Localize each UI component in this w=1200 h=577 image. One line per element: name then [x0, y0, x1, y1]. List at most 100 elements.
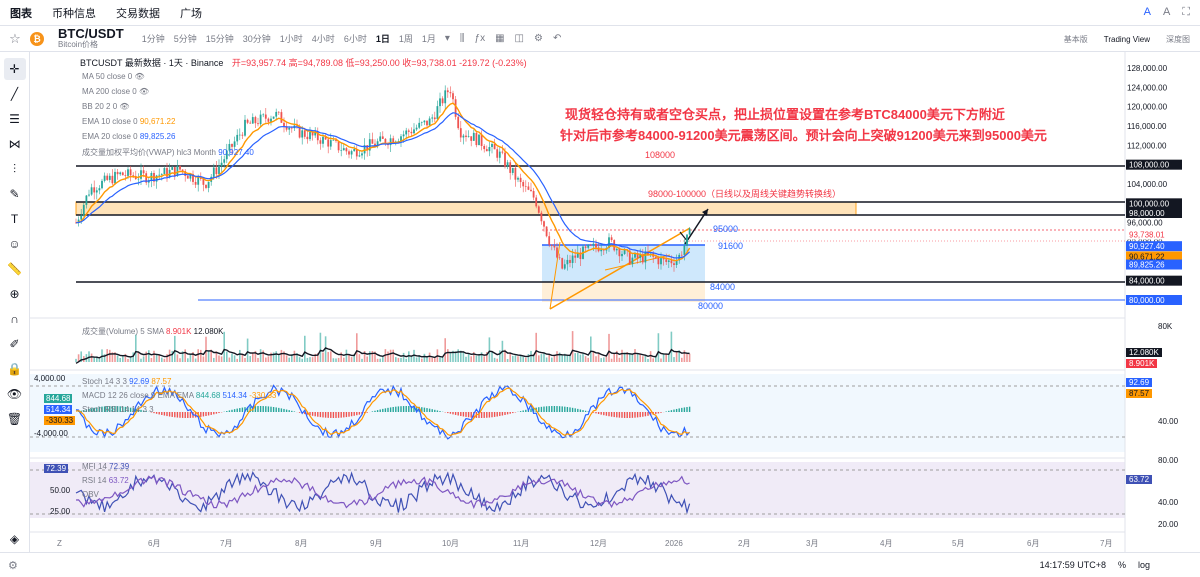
candle-body: [264, 114, 267, 119]
layout-icon[interactable]: ▦: [495, 33, 504, 44]
interval-1m[interactable]: 1分钟: [142, 32, 165, 45]
symbol-block[interactable]: BTC/USDT Bitcoin价格: [58, 27, 124, 49]
volume-bar: [566, 355, 569, 362]
interval-6h[interactable]: 6小时: [344, 32, 367, 45]
candle-body: [301, 130, 304, 138]
candle-body: [283, 122, 285, 127]
volume-bar: [551, 357, 553, 362]
settings-icon[interactable]: ⚙: [534, 33, 543, 44]
tab-chart[interactable]: 图表: [10, 5, 32, 21]
brush-icon[interactable]: ✎: [4, 183, 26, 205]
mfi-left-axis-1: 50.00: [50, 486, 71, 495]
interval-30m[interactable]: 30分钟: [243, 32, 271, 45]
magnet-icon[interactable]: ∩: [4, 308, 26, 330]
candle-body: [584, 246, 587, 248]
trash-icon[interactable]: 🗑: [4, 408, 26, 430]
font-size-icon[interactable]: A: [1144, 6, 1151, 19]
volume-bar: [540, 354, 543, 362]
interval-1mo[interactable]: 1月: [422, 32, 436, 45]
macd-bar: [376, 410, 379, 412]
settings-icon[interactable]: ⚙: [8, 559, 18, 572]
layers-icon[interactable]: ◈: [4, 528, 26, 550]
chart-canvas[interactable]: 现货轻仓持有或者空仓买点，把止损位置设置在参考BTC84000美元下方附近 针对…: [30, 52, 1200, 552]
macd-bar: [233, 409, 236, 412]
volume-bar: [631, 354, 634, 362]
camera-icon[interactable]: ◫: [515, 33, 524, 44]
interval-5m[interactable]: 5分钟: [174, 32, 197, 45]
interval-1h[interactable]: 1小时: [280, 32, 303, 45]
tab-coin-info[interactable]: 币种信息: [52, 5, 96, 21]
interval-15m[interactable]: 15分钟: [206, 32, 234, 45]
symbol-subtitle: Bitcoin价格: [58, 40, 99, 50]
candles-icon[interactable]: ⫼: [460, 33, 465, 44]
macd-bar: [155, 412, 158, 414]
macd-bar: [483, 412, 485, 418]
candle-body: [459, 128, 462, 138]
candle-body: [452, 93, 454, 100]
candle-body: [418, 122, 421, 128]
clock-time[interactable]: 14:17:59 UTC+8: [1040, 560, 1106, 570]
macd-bar: [392, 406, 394, 412]
view-basic[interactable]: 基本版: [1064, 34, 1088, 45]
macd-bar: [675, 408, 678, 412]
trend-line-icon[interactable]: ╱: [4, 83, 26, 105]
volume-bar: [389, 349, 392, 362]
volume-bar: [652, 358, 654, 362]
candle-body: [483, 145, 486, 150]
zoom-icon[interactable]: ⊕: [4, 283, 26, 305]
candle-body: [218, 165, 220, 175]
view-depth[interactable]: 深度图: [1166, 34, 1190, 45]
text-icon[interactable]: T: [4, 208, 26, 230]
macd-bar: [639, 412, 641, 418]
interval-4h[interactable]: 4小时: [312, 32, 335, 45]
volume-bar: [600, 358, 602, 362]
macd-bar: [595, 412, 597, 414]
favorite-star-icon[interactable]: ☆: [0, 31, 30, 47]
volume-bar: [371, 350, 374, 362]
label-91600: 91600: [718, 241, 743, 251]
emoji-icon[interactable]: ☺: [4, 233, 26, 255]
candle-body: [332, 139, 335, 141]
interval-1d[interactable]: 1日: [376, 32, 390, 45]
macd-tag-3: -330.33: [44, 416, 76, 425]
view-tradingview[interactable]: Trading View: [1104, 35, 1150, 44]
lock-icon[interactable]: 🔒: [4, 358, 26, 380]
volume-bar: [189, 353, 192, 362]
macd-bar: [181, 412, 184, 418]
percent-toggle[interactable]: %: [1118, 560, 1126, 570]
chart-area[interactable]: 现货轻仓持有或者空仓买点，把止损位置设置在参考BTC84000美元下方附近 针对…: [30, 52, 1200, 552]
fib-icon[interactable]: ⫶: [4, 158, 26, 180]
macd-bar: [408, 406, 410, 412]
fullscreen-icon[interactable]: ⛶: [1182, 6, 1190, 19]
log-toggle[interactable]: log: [1138, 560, 1150, 570]
chevron-down-icon[interactable]: ▾: [445, 33, 450, 44]
ruler-icon[interactable]: 📏: [4, 258, 26, 280]
indicators-icon[interactable]: ƒx: [475, 33, 486, 44]
undo-icon[interactable]: ↶: [553, 33, 561, 44]
candle-body: [98, 188, 101, 191]
candle-body: [93, 187, 96, 193]
volume-bar: [496, 358, 498, 362]
stoch-right-tag-2: 87.57: [1126, 389, 1153, 398]
tab-square[interactable]: 广场: [180, 5, 202, 21]
macd-bar: [163, 412, 166, 416]
legend-mfi: MFI 14 72.39: [82, 462, 130, 471]
macd-bar: [655, 412, 657, 415]
candle-body: [158, 174, 161, 176]
candle-body: [371, 139, 374, 144]
candle-body: [527, 186, 530, 190]
crosshair-icon[interactable]: ✛: [3, 58, 26, 80]
macd-bar: [387, 407, 389, 412]
macd-bar: [343, 412, 345, 418]
volume-bar: [639, 354, 641, 362]
pattern-icon[interactable]: ⋈: [4, 133, 26, 155]
candle-body: [127, 169, 129, 176]
macd-bar: [491, 412, 493, 418]
interval-1w[interactable]: 1周: [399, 32, 413, 45]
eye-icon[interactable]: 👁: [4, 383, 26, 405]
tab-trading-data[interactable]: 交易数据: [116, 5, 160, 21]
horizontal-lines-icon[interactable]: ☰: [4, 108, 26, 130]
pencil-lock-icon[interactable]: ✐: [4, 333, 26, 355]
macd-bar: [439, 411, 441, 412]
font-size-small-icon[interactable]: A: [1163, 6, 1170, 19]
